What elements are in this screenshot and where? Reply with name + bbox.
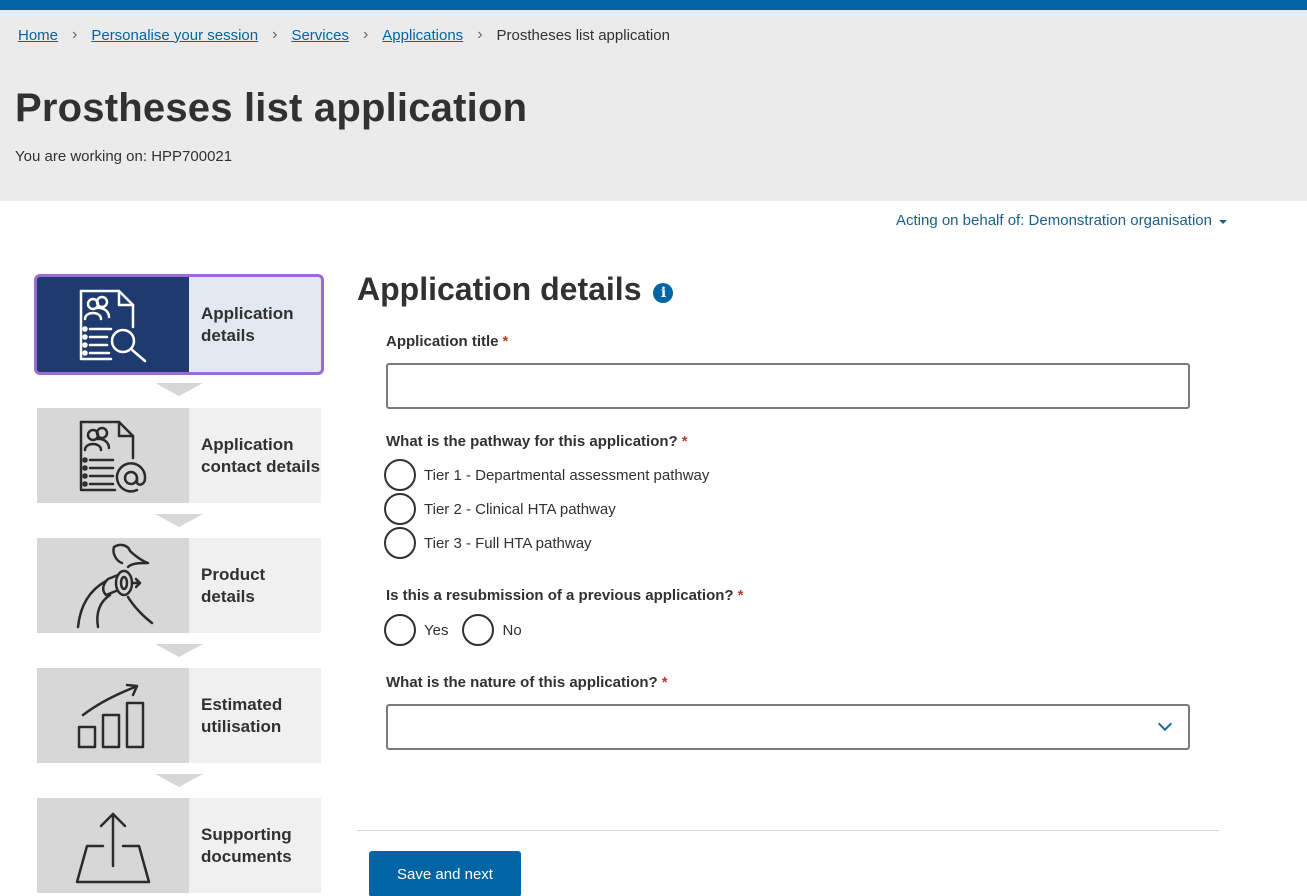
label-text: Application title [386,333,499,350]
resubmission-label: Is this a resubmission of a previous app… [386,587,743,604]
upload-icon [37,798,189,893]
step-label: Application details [189,277,321,372]
step-label: Estimated utilisation [189,668,321,763]
contact-details-icon [37,408,189,503]
step-application-contact-details[interactable]: Application contact details [37,408,321,503]
radio-button[interactable] [384,459,416,491]
radio-label: No [502,621,522,639]
radio-label: Tier 1 - Departmental assessment pathway [424,466,710,484]
required-marker: * [661,674,668,691]
section-title-text: Application details [357,271,642,307]
step-supporting-documents[interactable]: Supporting documents [37,798,321,893]
info-icon[interactable]: i [653,282,674,303]
step-connector-arrow [155,774,203,787]
radio-no[interactable]: No [462,614,522,646]
label-text: Is this a resubmission of a previous app… [386,587,734,604]
required-marker: * [737,587,744,604]
radio-button[interactable] [462,614,495,646]
radio-button[interactable] [384,614,416,646]
breadcrumb-separator: › [272,26,278,43]
save-and-next-button[interactable]: Save and next [369,851,521,896]
radio-label: Tier 2 - Clinical HTA pathway [424,500,616,518]
top-brand-bar [0,0,1307,10]
label-text: What is the nature of this application? [386,674,658,691]
step-connector-arrow [155,383,203,396]
breadcrumb-applications[interactable]: Applications [382,27,463,44]
breadcrumb-services[interactable]: Services [291,27,349,44]
breadcrumb-personalise[interactable]: Personalise your session [91,27,258,44]
radio-yes[interactable]: Yes [384,614,448,646]
resubmission-radio-group: Yes No [384,614,536,646]
chevron-down-icon [1157,716,1173,732]
breadcrumb-separator: › [72,26,78,43]
breadcrumb-separator: › [362,26,369,43]
step-application-details[interactable]: Application details [34,274,324,375]
step-connector-arrow [155,514,203,527]
step-product-details[interactable]: Product details [37,538,321,633]
bar-chart-growth-icon [37,668,189,763]
page-title: Prostheses list application [15,86,528,130]
application-title-label: Application title * [386,333,508,350]
breadcrumb-separator: › [477,26,483,43]
caret-down-icon [1219,219,1227,224]
acting-on-behalf-dropdown[interactable]: Acting on behalf of: Demonstration organ… [896,212,1227,229]
radio-tier-1[interactable]: Tier 1 - Departmental assessment pathway [384,459,709,491]
radio-tier-2[interactable]: Tier 2 - Clinical HTA pathway [384,493,616,525]
application-details-icon [37,277,189,372]
breadcrumb-current: Prostheses list application [496,26,670,44]
radio-label: Tier 3 - Full HTA pathway [424,534,592,552]
section-title: Application details i [357,271,674,308]
nature-label: What is the nature of this application? * [386,674,668,691]
breadcrumb-home[interactable]: Home [18,27,58,44]
label-text: What is the pathway for this application… [386,433,678,450]
step-estimated-utilisation[interactable]: Estimated utilisation [37,668,321,763]
radio-button[interactable] [384,527,416,559]
required-marker: * [502,333,509,350]
radio-button[interactable] [384,493,416,525]
form-divider [357,830,1219,831]
pathway-label: What is the pathway for this application… [386,433,688,450]
nature-select[interactable] [386,704,1190,750]
step-label: Application contact details [189,408,321,503]
breadcrumb: Home › Personalise your session › Servic… [18,25,670,45]
step-connector-arrow [155,644,203,657]
radio-label: Yes [424,621,449,639]
step-label: Supporting documents [189,798,321,893]
working-on-text: You are working on: HPP700021 [15,148,233,165]
application-title-input[interactable] [386,363,1190,409]
radio-tier-3[interactable]: Tier 3 - Full HTA pathway [384,527,592,559]
hip-prosthesis-icon [37,538,189,633]
acting-on-behalf-label: Acting on behalf of: Demonstration organ… [895,212,1212,229]
step-label: Product details [189,538,321,633]
required-marker: * [681,433,688,450]
